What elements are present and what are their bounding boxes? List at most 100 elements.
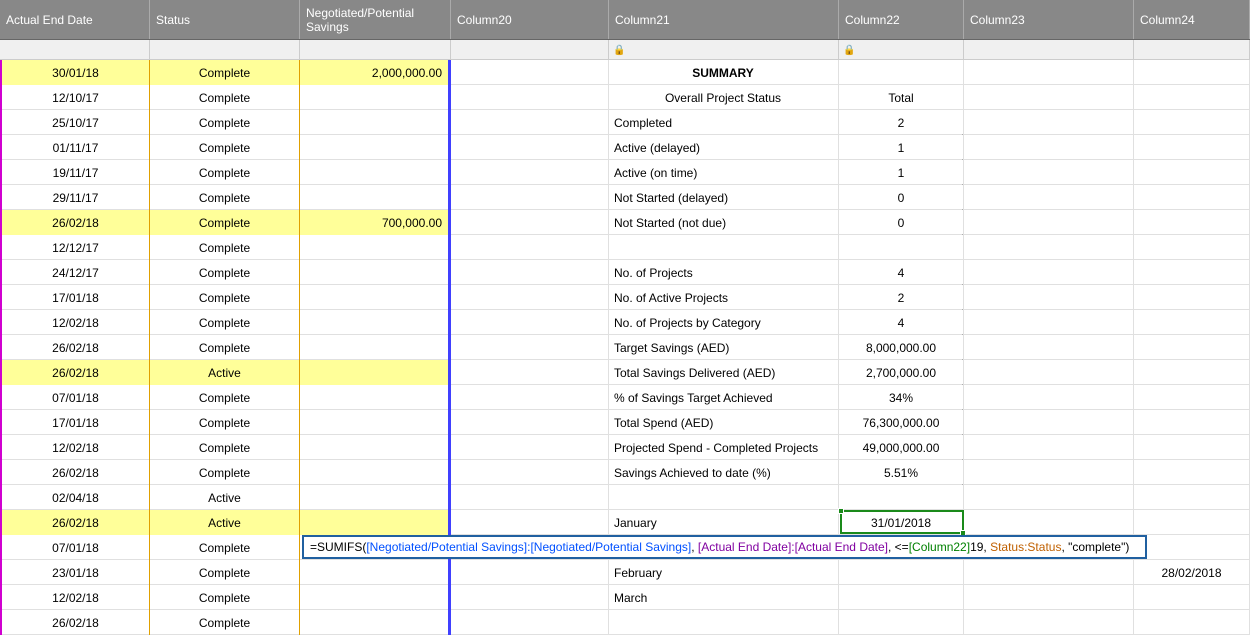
cell-actual-end-date[interactable]: 26/02/18 [0, 335, 150, 360]
cell-col20[interactable] [451, 260, 609, 285]
cell-col22[interactable]: 0◢ [839, 185, 964, 210]
cell-savings[interactable]: 700,000.00 [300, 210, 451, 235]
cell-col21[interactable]: No. of Projects by Category [609, 310, 839, 335]
table-row[interactable]: 01/11/17CompleteActive (delayed)1◢ [0, 135, 1250, 160]
cell-col23[interactable] [964, 110, 1134, 135]
cell-savings[interactable] [300, 485, 451, 510]
cell-col21[interactable] [609, 610, 839, 635]
cell-col20[interactable] [451, 510, 609, 535]
cell-actual-end-date[interactable]: 07/01/18 [0, 535, 150, 560]
cell-col22[interactable]: 1◢ [839, 135, 964, 160]
cell-col21[interactable]: Total Spend (AED) [609, 410, 839, 435]
cell-col20[interactable] [451, 85, 609, 110]
cell-status[interactable]: Complete [150, 110, 300, 135]
header-savings[interactable]: Negotiated/Potential Savings [300, 0, 451, 39]
cell-status[interactable]: Active [150, 360, 300, 385]
cell-col24[interactable] [1134, 135, 1250, 160]
cell-col23[interactable] [964, 185, 1134, 210]
table-row[interactable]: 12/02/18CompleteProjected Spend - Comple… [0, 435, 1250, 460]
cell-status[interactable]: Complete [150, 160, 300, 185]
cell-actual-end-date[interactable]: 26/02/18 [0, 610, 150, 635]
cell-col23[interactable] [964, 335, 1134, 360]
cell-col22[interactable] [839, 60, 964, 85]
table-row[interactable]: 24/12/17CompleteNo. of Projects4◢ [0, 260, 1250, 285]
cell-col23[interactable] [964, 560, 1134, 585]
cell-col21[interactable]: Total Savings Delivered (AED) [609, 360, 839, 385]
cell-col20[interactable] [451, 285, 609, 310]
cell-status[interactable]: Complete [150, 260, 300, 285]
table-row[interactable]: 30/01/18Complete2,000,000.00SUMMARY [0, 60, 1250, 85]
cell-col24[interactable] [1134, 585, 1250, 610]
cell-col20[interactable] [451, 135, 609, 160]
header-status[interactable]: Status [150, 0, 300, 39]
cell-col21[interactable] [609, 235, 839, 260]
filter-cell[interactable]: 🔒 [839, 40, 964, 60]
cell-col21[interactable]: Savings Achieved to date (%) [609, 460, 839, 485]
cell-col23[interactable] [964, 610, 1134, 635]
cell-actual-end-date[interactable]: 19/11/17 [0, 160, 150, 185]
cell-status[interactable]: Active [150, 485, 300, 510]
cell-col20[interactable] [451, 335, 609, 360]
cell-col20[interactable] [451, 485, 609, 510]
cell-col24[interactable] [1134, 210, 1250, 235]
cell-col20[interactable] [451, 435, 609, 460]
table-row[interactable]: 12/02/18CompleteMarch [0, 585, 1250, 610]
cell-col22[interactable] [839, 610, 964, 635]
cell-status[interactable]: Complete [150, 460, 300, 485]
cell-actual-end-date[interactable]: 30/01/18 [0, 60, 150, 85]
cell-col24[interactable] [1134, 610, 1250, 635]
filter-cell[interactable] [1134, 40, 1250, 60]
cell-col24[interactable] [1134, 335, 1250, 360]
filter-cell[interactable] [0, 40, 150, 60]
cell-col23[interactable] [964, 510, 1134, 535]
cell-col23[interactable] [964, 460, 1134, 485]
table-row[interactable]: 26/02/18Complete [0, 610, 1250, 635]
cell-col20[interactable] [451, 410, 609, 435]
cell-savings[interactable] [300, 435, 451, 460]
cell-col24[interactable] [1134, 310, 1250, 335]
cell-savings[interactable] [300, 185, 451, 210]
cell-col21[interactable] [609, 485, 839, 510]
filter-cell[interactable] [150, 40, 300, 60]
cell-col22[interactable]: 49,000,000.00◢ [839, 435, 964, 460]
filter-cell[interactable] [451, 40, 609, 60]
cell-col20[interactable] [451, 185, 609, 210]
cell-status[interactable]: Complete [150, 235, 300, 260]
cell-status[interactable]: Complete [150, 285, 300, 310]
cell-col23[interactable] [964, 385, 1134, 410]
cell-status[interactable]: Complete [150, 435, 300, 460]
cell-col24[interactable]: 28/02/2018 [1134, 560, 1250, 585]
cell-col23[interactable] [964, 210, 1134, 235]
cell-actual-end-date[interactable]: 25/10/17 [0, 110, 150, 135]
cell-col24[interactable] [1134, 435, 1250, 460]
cell-status[interactable]: Complete [150, 185, 300, 210]
cell-savings[interactable] [300, 460, 451, 485]
cell-savings[interactable] [300, 510, 451, 535]
cell-savings[interactable] [300, 285, 451, 310]
header-col20[interactable]: Column20 [451, 0, 609, 39]
cell-col20[interactable] [451, 310, 609, 335]
table-row[interactable]: 02/04/18Active [0, 485, 1250, 510]
cell-savings[interactable] [300, 310, 451, 335]
cell-col21[interactable]: March [609, 585, 839, 610]
cell-col22[interactable]: 76,300,000.00◢ [839, 410, 964, 435]
cell-actual-end-date[interactable]: 12/12/17 [0, 235, 150, 260]
cell-col24[interactable] [1134, 60, 1250, 85]
cell-actual-end-date[interactable]: 12/10/17 [0, 85, 150, 110]
cell-col22[interactable]: 0◢ [839, 210, 964, 235]
cell-col20[interactable] [451, 385, 609, 410]
filter-cell[interactable]: 🔒 [609, 40, 839, 60]
cell-actual-end-date[interactable]: 12/02/18 [0, 310, 150, 335]
table-row[interactable]: 12/02/18CompleteNo. of Projects by Categ… [0, 310, 1250, 335]
cell-col24[interactable] [1134, 460, 1250, 485]
table-row[interactable]: 19/11/17CompleteActive (on time)1◢ [0, 160, 1250, 185]
cell-actual-end-date[interactable]: 07/01/18 [0, 385, 150, 410]
cell-col23[interactable] [964, 410, 1134, 435]
cell-col20[interactable] [451, 585, 609, 610]
cell-col22[interactable]: 5.51%◢ [839, 460, 964, 485]
table-row[interactable]: 29/11/17CompleteNot Started (delayed)0◢ [0, 185, 1250, 210]
table-row[interactable]: 25/10/17CompleteCompleted2◢ [0, 110, 1250, 135]
cell-col23[interactable] [964, 310, 1134, 335]
cell-actual-end-date[interactable]: 12/02/18 [0, 585, 150, 610]
cell-savings[interactable]: 2,000,000.00 [300, 60, 451, 85]
